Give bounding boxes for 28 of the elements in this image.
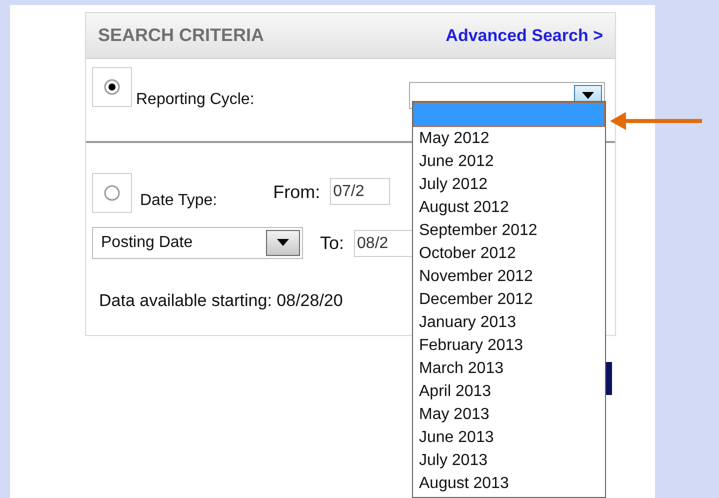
dropdown-option[interactable]: May 2012 xyxy=(413,127,605,150)
field-label: Date Type: xyxy=(140,191,218,211)
dropdown-option[interactable]: August 2012 xyxy=(413,196,605,219)
section-title: SEARCH CRITERIA xyxy=(98,24,264,47)
dropdown-option[interactable]: September 2012 xyxy=(413,219,605,242)
advanced-search-link[interactable]: Advanced Search > xyxy=(446,22,603,48)
dropdown-option[interactable]: June 2013 xyxy=(413,426,605,449)
dropdown-option[interactable]: July 2013 xyxy=(413,449,605,472)
radio-button[interactable] xyxy=(103,184,121,202)
field-label: From: xyxy=(273,181,320,204)
dropdown-option[interactable]: October 2012 xyxy=(413,242,605,265)
dropdown-option[interactable]: July 2012 xyxy=(413,173,605,196)
radio-button[interactable] xyxy=(103,78,121,96)
dropdown-option[interactable]: February 2013 xyxy=(413,334,605,357)
dropdown-option[interactable]: May 2013 xyxy=(413,403,605,426)
dropdown-option[interactable]: August 2013 xyxy=(413,472,605,495)
dropdown-option[interactable]: June 2012 xyxy=(413,150,605,173)
arrow-icon xyxy=(610,111,702,131)
field-label: Reporting Cycle: xyxy=(136,90,254,110)
dropdown-option[interactable]: December 2012 xyxy=(413,288,605,311)
dropdown-option[interactable]: April 2013 xyxy=(413,380,605,403)
field-label: To: xyxy=(320,232,344,254)
dropdown-option[interactable]: November 2012 xyxy=(413,265,605,288)
dropdown-option[interactable]: January 2013 xyxy=(413,311,605,334)
availability-note: Data available starting: 08/28/20 xyxy=(99,290,343,312)
dropdown-option[interactable]: March 2013 xyxy=(413,357,605,380)
date-type-select[interactable]: Posting Date xyxy=(92,227,303,259)
from-date-field[interactable]: 07/2 xyxy=(330,178,390,205)
